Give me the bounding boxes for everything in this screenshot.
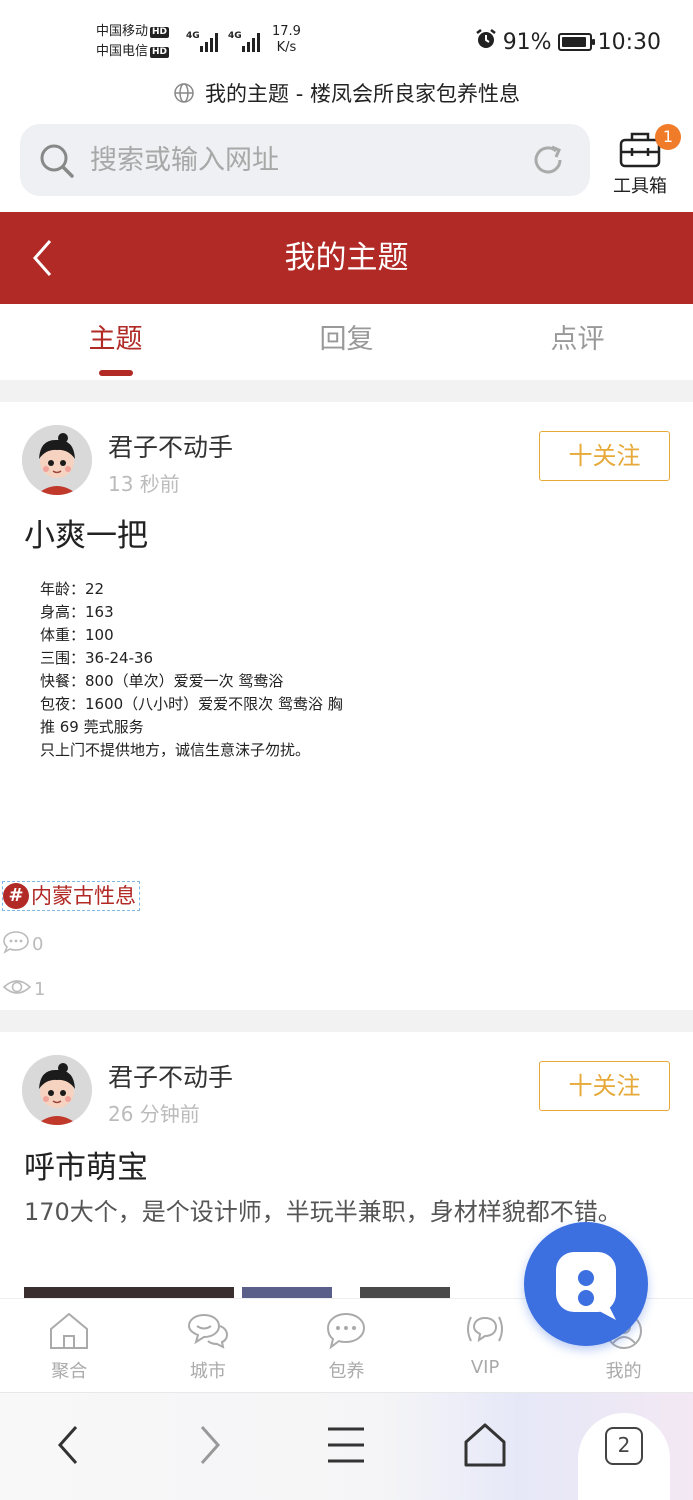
home-icon	[50, 1312, 89, 1349]
browser-page: { "status_bar": { "carrier1": "中国移动", "c…	[0, 0, 693, 1500]
tab-replies[interactable]: 回复	[231, 304, 462, 380]
network-speed: 17.9 K/s	[272, 24, 301, 56]
image-text-line: 只上门不提供地方，诚信生意沫子勿扰。	[40, 741, 311, 759]
avatar[interactable]	[22, 425, 92, 495]
carrier-info: 中国移动 HD 中国电信 HD	[96, 22, 170, 62]
nav-item-aggregate[interactable]: 聚合	[0, 1299, 139, 1392]
comment-count-value: 0	[32, 934, 44, 955]
hash-icon: #	[3, 883, 29, 909]
nav-label: 我的	[605, 1361, 642, 1382]
nav-label: 包养	[328, 1361, 365, 1382]
post-title[interactable]: 小爽一把	[24, 510, 148, 555]
search-input[interactable]	[90, 140, 510, 180]
hd-badge: HD	[150, 27, 170, 38]
image-text-line: 推 69 莞式服务	[40, 718, 144, 736]
post-title[interactable]: 呼市萌宝	[24, 1142, 148, 1187]
battery-fill	[561, 37, 586, 47]
menu-icon[interactable]	[316, 1415, 376, 1475]
speed-value: 17.9	[272, 24, 301, 39]
tabs-button[interactable]: 2	[578, 1413, 670, 1500]
author-name[interactable]: 君子不动手	[108, 1058, 233, 1094]
follow-button[interactable]: 十关注	[539, 431, 670, 481]
avatar[interactable]	[22, 1055, 92, 1125]
author-name[interactable]: 君子不动手	[108, 428, 233, 464]
globe-icon	[173, 82, 195, 109]
svg-text:4G: 4G	[228, 31, 242, 41]
floating-chat-button[interactable]	[524, 1222, 648, 1346]
toolbox-badge: 1	[655, 124, 681, 150]
view-count: 1	[2, 976, 45, 1003]
divider	[0, 1010, 693, 1032]
tab-topics[interactable]: 主题	[0, 304, 231, 380]
speed-unit: K/s	[276, 40, 297, 55]
menu-dot	[578, 1290, 594, 1306]
header-title: 我的主题	[284, 240, 409, 276]
tab-reviews[interactable]: 点评	[462, 304, 693, 380]
view-count-value: 1	[34, 979, 46, 1000]
menu-dot	[578, 1270, 594, 1286]
page-header: 我的主题	[0, 212, 693, 304]
home-nav-icon[interactable]	[455, 1415, 515, 1475]
carrier-1: 中国移动	[96, 24, 149, 39]
page-title-bar: 我的主题 - 楼凤会所良家包养性息	[0, 78, 693, 109]
image-text-line: 年龄：22	[40, 580, 105, 598]
toolbox-label: 工具箱	[613, 176, 667, 197]
chat-bubbles-icon	[187, 1313, 228, 1349]
image-text-line: 身高：163	[40, 603, 114, 621]
hd-badge: HD	[150, 47, 170, 58]
image-text-line: 快餐：800（单次）爱爱一次 鸳鸯浴	[40, 672, 284, 690]
back-nav-icon[interactable]	[40, 1415, 100, 1475]
nav-label: VIP	[470, 1357, 500, 1378]
follow-button[interactable]: 十关注	[539, 1061, 670, 1111]
svg-text:4G: 4G	[186, 31, 200, 41]
nav-label: 城市	[189, 1361, 226, 1382]
tag-label: 内蒙古性息	[31, 884, 136, 908]
alarm-icon	[475, 28, 497, 56]
vip-signal-icon	[467, 1316, 504, 1343]
topic-tag[interactable]: # 内蒙古性息	[2, 881, 140, 911]
tab-count: 2	[605, 1427, 643, 1465]
tab-bar: 主题 回复 点评	[0, 304, 693, 380]
toolbox-button[interactable]: 1 工具箱	[602, 124, 681, 197]
carrier-2: 中国电信	[96, 44, 149, 59]
forward-nav-icon[interactable]	[178, 1415, 238, 1475]
post-time: 26 分钟前	[108, 1102, 200, 1126]
post-image-text[interactable]: 年龄：22 身高：163 体重：100 三围：36-24-36 快餐：800（单…	[40, 578, 440, 838]
image-text-line: 包夜：1600（八小时）爱爱不限次 鸳鸯浴 胸	[40, 695, 343, 713]
image-text-line: 三围：36-24-36	[40, 649, 154, 667]
post-time: 13 秒前	[108, 472, 180, 496]
signal-icon: 4G 4G	[186, 28, 268, 58]
nav-item-sponsor[interactable]: 包养	[277, 1299, 416, 1392]
battery-percent: 91%	[502, 29, 552, 55]
eye-icon	[2, 976, 32, 1003]
status-bar: 中国移动 HD 中国电信 HD 4G 4G 17.9 K/s 91% 10:30	[0, 0, 693, 80]
chat-dots-icon	[327, 1312, 366, 1350]
address-bar[interactable]	[20, 124, 590, 196]
status-right: 91% 10:30	[475, 28, 661, 56]
image-text-line: 体重：100	[40, 626, 114, 644]
clock: 10:30	[597, 29, 661, 55]
nav-label: 聚合	[51, 1361, 88, 1382]
reload-icon[interactable]	[530, 142, 566, 182]
browser-toolbar: 2	[0, 1392, 693, 1500]
nav-item-city[interactable]: 城市	[139, 1299, 278, 1392]
comment-count[interactable]: 0	[2, 930, 43, 959]
divider	[0, 380, 693, 402]
page-title: 我的主题 - 楼凤会所良家包养性息	[205, 82, 520, 106]
comment-icon	[2, 930, 30, 959]
search-icon	[38, 142, 76, 184]
battery-icon	[557, 33, 595, 51]
post-card[interactable]: 君子不动手 13 秒前 十关注 小爽一把 年龄：22 身高：163 体重：100…	[0, 402, 693, 1010]
